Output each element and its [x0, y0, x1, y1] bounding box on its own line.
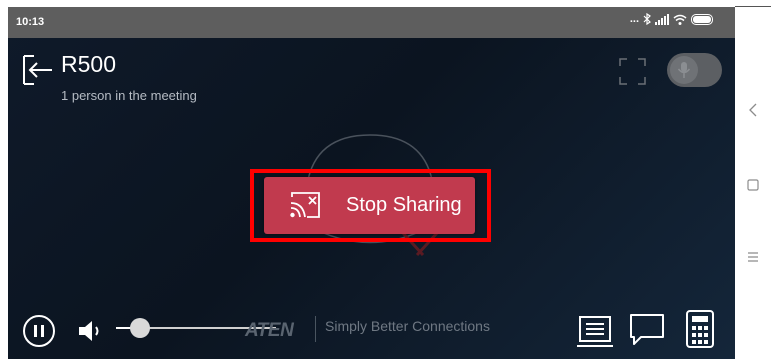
slider-thumb[interactable] — [130, 318, 150, 338]
participant-count: 1 person in the meeting — [61, 88, 197, 103]
status-bar: 10:13 ... — [8, 7, 735, 38]
keypad-icon[interactable] — [686, 310, 714, 348]
divider — [315, 316, 316, 342]
exit-meeting-icon[interactable] — [22, 54, 56, 86]
battery-icon — [691, 13, 713, 25]
microphone-icon — [670, 56, 698, 84]
status-icons: ... — [630, 13, 713, 25]
meeting-screen: 10:13 ... R500 1 person in the meeting S… — [8, 7, 735, 359]
chat-icon[interactable] — [629, 313, 665, 347]
participant-list-icon[interactable] — [576, 315, 614, 349]
signal-icon — [655, 13, 669, 25]
status-time: 10:13 — [16, 16, 45, 28]
wifi-icon — [673, 14, 687, 25]
microphone-toggle[interactable] — [667, 53, 722, 87]
more-indicators-icon: ... — [629, 13, 639, 25]
bluetooth-icon — [643, 13, 651, 25]
highlight-box — [250, 169, 491, 242]
home-icon[interactable] — [747, 179, 759, 191]
fullscreen-icon[interactable] — [619, 58, 646, 85]
back-icon[interactable] — [747, 102, 759, 118]
menu-icon[interactable] — [747, 251, 759, 263]
volume-icon[interactable] — [77, 319, 105, 343]
brand-tagline: Simply Better Connections — [325, 318, 490, 334]
aten-logo: ATEN — [245, 320, 294, 341]
system-nav-bar — [735, 7, 771, 359]
pause-icon[interactable] — [22, 314, 56, 348]
room-title: R500 — [61, 51, 116, 77]
